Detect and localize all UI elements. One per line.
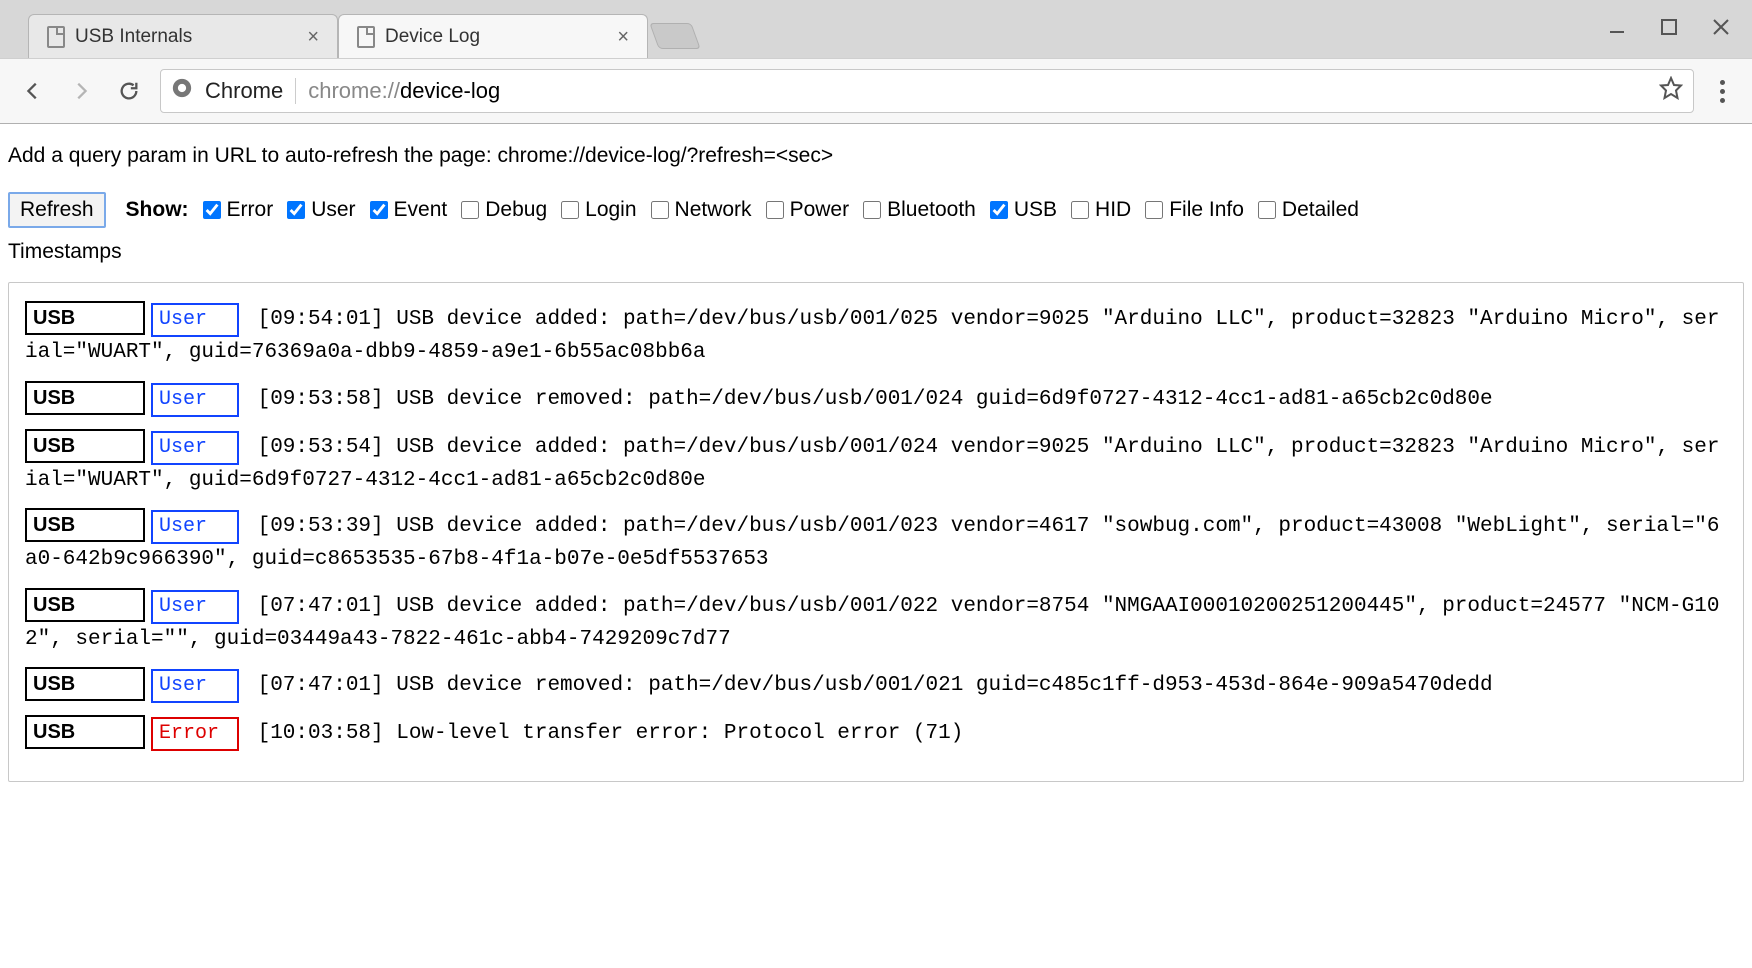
log-message: [09:53:39] USB device added: path=/dev/b…	[25, 515, 1719, 571]
tab-strip: USB Internals × Device Log ×	[0, 0, 1752, 58]
log-level-tag: User	[151, 510, 239, 544]
filter-detailed[interactable]: Detailed	[1258, 198, 1359, 222]
url-host: chrome://	[308, 78, 400, 103]
log-message: [09:53:54] USB device added: path=/dev/b…	[25, 436, 1719, 492]
log-type-tag: USB	[25, 301, 145, 335]
browser-chrome: USB Internals × Device Log × Chrome chro…	[0, 0, 1752, 124]
log-entry: USBUser [09:53:58] USB device removed: p…	[25, 381, 1727, 417]
log-message: [09:53:58] USB device removed: path=/dev…	[245, 388, 1493, 411]
filter-debug[interactable]: Debug	[461, 198, 547, 222]
back-button[interactable]	[16, 74, 50, 108]
filter-event[interactable]: Event	[370, 198, 448, 222]
tab-title: Device Log	[385, 26, 603, 48]
log-type-tag: USB	[25, 429, 145, 463]
log-type-tag: USB	[25, 508, 145, 542]
omnibox[interactable]: Chrome chrome://device-log	[160, 69, 1694, 113]
log-message: [10:03:58] Low-level transfer error: Pro…	[245, 722, 963, 745]
page-icon	[47, 26, 65, 48]
filter-checkbox[interactable]	[766, 201, 784, 219]
filter-label: Event	[394, 198, 448, 222]
log-entry: USBError [10:03:58] Low-level transfer e…	[25, 715, 1727, 751]
filter-label: Login	[585, 198, 636, 222]
filter-label: Power	[790, 198, 850, 222]
filter-power[interactable]: Power	[766, 198, 850, 222]
log-entry: USBUser [09:53:39] USB device added: pat…	[25, 508, 1727, 576]
log-message: [07:47:01] USB device added: path=/dev/b…	[25, 595, 1719, 651]
filter-login[interactable]: Login	[561, 198, 636, 222]
show-label: Show:	[126, 198, 189, 222]
log-type-tag: USB	[25, 667, 145, 701]
tab-title: USB Internals	[75, 26, 293, 48]
filter-usb[interactable]: USB	[990, 198, 1057, 222]
tab-device-log[interactable]: Device Log ×	[338, 14, 648, 58]
filter-checkbox[interactable]	[287, 201, 305, 219]
filter-label: Detailed	[1282, 198, 1359, 222]
log-message: [09:54:01] USB device added: path=/dev/b…	[25, 308, 1719, 364]
log-entry: USBUser [07:47:01] USB device added: pat…	[25, 588, 1727, 656]
filter-checkbox[interactable]	[370, 201, 388, 219]
log-entry: USBUser [07:47:01] USB device removed: p…	[25, 667, 1727, 703]
log-level-tag: User	[151, 303, 239, 337]
filter-label: Error	[227, 198, 274, 222]
log-level-tag: User	[151, 431, 239, 465]
url-display: chrome://device-log	[308, 78, 500, 104]
origin-label: Chrome	[205, 78, 296, 104]
chrome-origin-icon	[171, 77, 193, 105]
log-level-tag: User	[151, 669, 239, 703]
menu-kebab-icon[interactable]	[1708, 80, 1736, 103]
log-box: USBUser [09:54:01] USB device added: pat…	[8, 282, 1744, 782]
filter-hid[interactable]: HID	[1071, 198, 1131, 222]
filter-label: User	[311, 198, 355, 222]
page-content: Add a query param in URL to auto-refresh…	[0, 124, 1752, 812]
filter-checkbox[interactable]	[1145, 201, 1163, 219]
window-controls	[1604, 14, 1734, 40]
bookmark-star-icon[interactable]	[1659, 76, 1683, 106]
reload-button[interactable]	[112, 74, 146, 108]
timestamps-label: Timestamps	[8, 240, 1744, 264]
filter-checkbox[interactable]	[1071, 201, 1089, 219]
filter-network[interactable]: Network	[651, 198, 752, 222]
log-level-tag: User	[151, 383, 239, 417]
filter-file-info[interactable]: File Info	[1145, 198, 1244, 222]
filter-checkbox[interactable]	[203, 201, 221, 219]
filter-controls: Refresh Show: Error User Event Debug Login Ne…	[8, 192, 1744, 228]
url-path: device-log	[400, 78, 500, 103]
refresh-button[interactable]: Refresh	[8, 192, 106, 228]
filter-checkbox[interactable]	[461, 201, 479, 219]
filter-label: File Info	[1169, 198, 1244, 222]
close-icon[interactable]: ×	[613, 25, 633, 49]
log-type-tag: USB	[25, 588, 145, 622]
tab-usb-internals[interactable]: USB Internals ×	[28, 14, 338, 58]
forward-button[interactable]	[64, 74, 98, 108]
log-level-tag: User	[151, 590, 239, 624]
page-icon	[357, 26, 375, 48]
filter-checkbox[interactable]	[1258, 201, 1276, 219]
filter-label: Debug	[485, 198, 547, 222]
filter-checkbox[interactable]	[651, 201, 669, 219]
log-entry: USBUser [09:53:54] USB device added: pat…	[25, 429, 1727, 497]
filter-checkbox[interactable]	[561, 201, 579, 219]
log-level-tag: Error	[151, 717, 239, 751]
filter-label: USB	[1014, 198, 1057, 222]
filter-label: Network	[675, 198, 752, 222]
filter-bluetooth[interactable]: Bluetooth	[863, 198, 976, 222]
log-message: [07:47:01] USB device removed: path=/dev…	[245, 674, 1493, 697]
filter-checkbox[interactable]	[990, 201, 1008, 219]
toolbar: Chrome chrome://device-log	[0, 58, 1752, 123]
log-type-tag: USB	[25, 381, 145, 415]
filter-user[interactable]: User	[287, 198, 355, 222]
auto-refresh-hint: Add a query param in URL to auto-refresh…	[8, 144, 1744, 168]
new-tab-button[interactable]	[649, 23, 700, 49]
log-entry: USBUser [09:54:01] USB device added: pat…	[25, 301, 1727, 369]
close-icon[interactable]: ×	[303, 25, 323, 49]
log-type-tag: USB	[25, 715, 145, 749]
minimize-icon[interactable]	[1604, 14, 1630, 40]
filter-label: HID	[1095, 198, 1131, 222]
close-window-icon[interactable]	[1708, 14, 1734, 40]
filter-checkbox[interactable]	[863, 201, 881, 219]
filter-error[interactable]: Error	[203, 198, 274, 222]
maximize-icon[interactable]	[1656, 14, 1682, 40]
filter-label: Bluetooth	[887, 198, 976, 222]
